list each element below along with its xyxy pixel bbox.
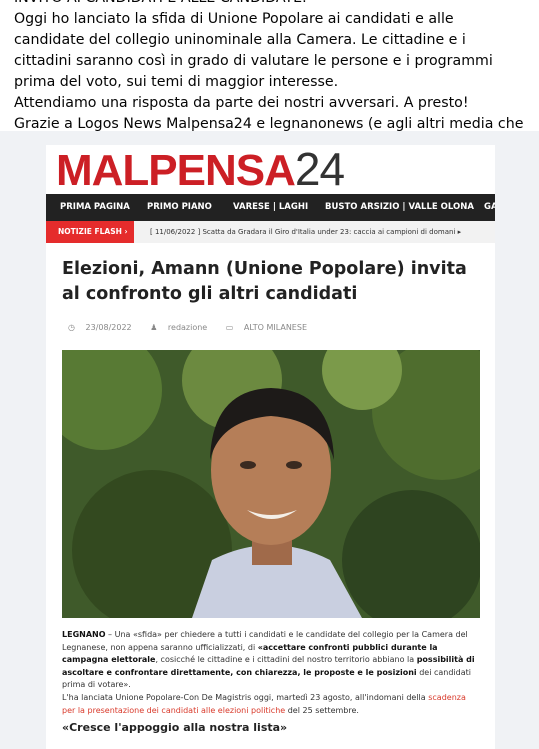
article-date: 23/08/2022	[85, 323, 132, 332]
category-meta: ▭ ALTO MILANESE	[226, 323, 315, 332]
article-subheading: «Cresce l'appoggio alla nostra lista»	[62, 721, 288, 734]
nav-item-varese-laghi[interactable]: VARESE | LAGHI	[233, 194, 308, 221]
article-screenshot[interactable]: MALPENSA24 PRIMA PAGINA PRIMO PIANO VARE…	[46, 145, 495, 749]
article-paragraph-2: L'ha lanciata Unione Popolare-Con De Mag…	[62, 692, 466, 715]
article-body: LEGNANO – Una «sfida» per chiedere a tut…	[62, 629, 480, 717]
post-line-3: Grazie a Logos News Malpensa24 e legnano…	[14, 116, 524, 131]
nav-item-busto-arsizio[interactable]: BUSTO ARSIZIO | VALLE OLONA	[325, 194, 474, 221]
post-line-2: Attendiamo una risposta da parte dei nos…	[14, 95, 469, 111]
clock-icon: ◷	[68, 323, 75, 332]
article-paragraph-1: LEGNANO – Una «sfida» per chiedere a tut…	[62, 630, 475, 690]
article-photo	[62, 350, 480, 618]
nav-item-ga[interactable]: GA	[484, 194, 495, 221]
author-meta: ♟ redazione	[150, 323, 215, 332]
news-flash-badge: NOTIZIE FLASH ›	[46, 221, 134, 243]
nav-item-primo-piano[interactable]: PRIMO PIANO	[147, 194, 212, 221]
logo-text: MALPENSA	[56, 146, 296, 195]
user-icon: ♟	[150, 323, 158, 332]
site-nav: PRIMA PAGINA PRIMO PIANO VARESE | LAGHI …	[46, 194, 495, 221]
folder-icon: ▭	[225, 323, 234, 332]
logo-number: 24	[294, 145, 345, 195]
portrait-image	[62, 350, 480, 618]
nav-item-prima-pagina[interactable]: PRIMA PAGINA	[60, 194, 130, 221]
news-flash-text[interactable]: [ 11/06/2022 ] Scatta da Gradara il Giro…	[150, 221, 461, 243]
news-flash-bar: NOTIZIE FLASH › [ 11/06/2022 ] Scatta da…	[46, 221, 495, 243]
site-logo: MALPENSA24	[56, 146, 345, 193]
post-text: INVITO AI CANDIDATI E ALLE CANDIDATE. Og…	[0, 0, 539, 131]
article-meta: ◷ 23/08/2022 ♟ redazione ▭ ALTO MILANESE	[68, 323, 323, 332]
post-paragraph: Oggi ho lanciato la sfida di Unione Popo…	[14, 11, 493, 90]
post-cut-line: INVITO AI CANDIDATI E ALLE CANDIDATE.	[14, 0, 525, 9]
article-category[interactable]: ALTO MILANESE	[244, 323, 307, 332]
article-headline: Elezioni, Amann (Unione Popolare) invita…	[62, 259, 467, 304]
date-meta: ◷ 23/08/2022	[68, 323, 140, 332]
article-author[interactable]: redazione	[168, 323, 207, 332]
